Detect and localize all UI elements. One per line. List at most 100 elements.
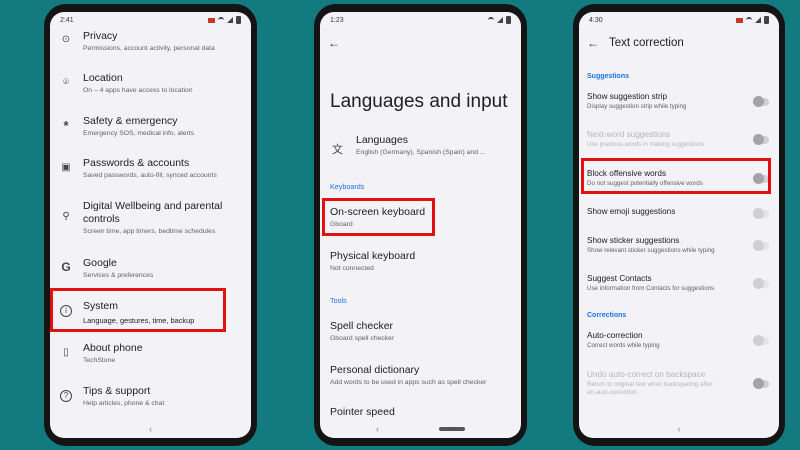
spell-checker-item[interactable]: Spell checker Gboard spell checker — [320, 316, 521, 346]
privacy-icon: ⊙ — [61, 34, 71, 45]
emoji-suggestions-toggle[interactable] — [753, 208, 769, 219]
battery-icon — [764, 16, 769, 24]
person-card-icon: ▣ — [61, 162, 71, 173]
item-subtitle: Emergency SOS, medical info, alerts — [83, 130, 195, 137]
wifi-icon — [746, 17, 752, 23]
settings-screen: 2:41 ⊙ Privacy Permissions, account acti… — [50, 12, 251, 438]
wifi-icon — [218, 17, 224, 23]
item-title: Physical keyboard — [330, 250, 416, 262]
item-subtitle: Use information from Contacts for sugges… — [587, 285, 715, 292]
settings-item-safety[interactable]: * Safety & emergency Emergency SOS, medi… — [50, 113, 251, 143]
item-title: Next-word suggestions — [587, 130, 671, 139]
physical-keyboard-item[interactable]: Physical keyboard Not connected — [320, 246, 521, 276]
wifi-icon — [488, 17, 494, 23]
status-time: 1:23 — [330, 16, 344, 24]
status-bar: 2:41 — [50, 12, 251, 28]
flag-icon — [736, 17, 743, 23]
section-header-tools: Tools — [330, 296, 347, 305]
settings-item-google[interactable]: G Google Services & preferences — [50, 255, 251, 285]
item-title: Location — [83, 72, 123, 84]
back-nav-icon[interactable]: ‹ — [376, 424, 379, 434]
asterisk-icon: * — [63, 118, 69, 133]
status-time: 2:41 — [60, 16, 74, 24]
pointer-speed-item[interactable]: Pointer speed — [320, 402, 521, 422]
item-subtitle: Use previous words in making suggestions — [587, 141, 705, 148]
help-icon: ? — [60, 390, 72, 402]
item-subtitle: Screen time, app timers, bedtime schedul… — [83, 228, 216, 235]
settings-item-passwords[interactable]: ▣ Passwords & accounts Saved passwords, … — [50, 155, 251, 185]
signal-icon — [227, 17, 233, 23]
item-title: Passwords & accounts — [83, 157, 190, 169]
back-arrow-icon[interactable]: ← — [587, 36, 599, 50]
item-title: About phone — [83, 342, 143, 354]
item-title: Pointer speed — [330, 406, 395, 418]
item-title: Tips & support — [83, 385, 151, 397]
highlight-box-block-offensive — [581, 158, 771, 194]
next-word-toggle[interactable] — [753, 134, 769, 145]
section-header-keyboards: Keyboards — [330, 182, 365, 191]
show-sticker-suggestions-item[interactable]: Show sticker suggestions Show relevant s… — [579, 234, 779, 260]
item-title: Undo auto-correct on backspace — [587, 370, 706, 379]
settings-item-wellbeing[interactable]: ⚲ Digital Wellbeing and parental control… — [50, 198, 251, 244]
sticker-suggestions-toggle[interactable] — [753, 240, 769, 251]
signal-icon — [497, 17, 503, 23]
undo-autocorrect-item[interactable]: Undo auto-correct on backspace Return to… — [579, 368, 779, 402]
item-subtitle: Permissions, account activity, personal … — [83, 45, 215, 52]
item-title: Show sticker suggestions — [587, 236, 680, 245]
status-bar: 4:30 — [579, 12, 779, 28]
back-nav-icon[interactable]: ‹ — [149, 424, 152, 434]
show-suggestion-strip-item[interactable]: Show suggestion strip Display suggestion… — [579, 90, 779, 116]
item-subtitle: Return to original text when backspacing… — [587, 381, 713, 388]
personal-dictionary-item[interactable]: Personal dictionary Add words to be used… — [320, 360, 521, 390]
item-title: Personal dictionary — [330, 364, 420, 376]
status-bar: 1:23 — [320, 12, 521, 28]
battery-icon — [236, 16, 241, 24]
item-title: Show suggestion strip — [587, 92, 668, 101]
suggest-contacts-item[interactable]: Suggest Contacts Use information from Co… — [579, 272, 779, 298]
battery-icon — [506, 16, 511, 24]
item-title: Languages — [356, 134, 408, 146]
item-subtitle: Not connected — [330, 265, 374, 272]
text-correction-screen: 4:30 ← Text correction Suggestions Show … — [579, 12, 779, 438]
suggest-contacts-toggle[interactable] — [753, 278, 769, 289]
languages-item[interactable]: Languages English (Germany), Spanish (Sp… — [320, 132, 521, 162]
location-pin-icon: ⌾ — [63, 77, 69, 88]
section-header-corrections: Corrections — [587, 312, 627, 319]
nav-bar: ‹ — [579, 420, 779, 438]
back-arrow-icon[interactable]: ← — [328, 36, 340, 50]
item-title: Show emoji suggestions — [587, 207, 676, 216]
back-nav-icon[interactable]: ‹ — [678, 424, 681, 434]
header-title: Text correction — [609, 37, 684, 49]
auto-correction-toggle[interactable] — [753, 335, 769, 346]
item-title: Safety & emergency — [83, 115, 178, 127]
item-subtitle: Display suggestion strip while typing — [587, 103, 687, 110]
undo-autocorrect-toggle[interactable] — [753, 378, 769, 389]
next-word-suggestions-item[interactable]: Next-word suggestions Use previous words… — [579, 128, 779, 154]
item-subtitle: On – 4 apps have access to location — [83, 87, 193, 94]
suggestion-strip-toggle[interactable] — [753, 96, 769, 107]
nav-bar: ‹ — [50, 420, 251, 438]
item-title: Suggest Contacts — [587, 274, 652, 283]
phone-2: 1:23 ← Languages and input 文 Languages E… — [314, 4, 527, 446]
signal-icon — [755, 17, 761, 23]
home-pill[interactable] — [439, 427, 465, 431]
phone-1: 2:41 ⊙ Privacy Permissions, account acti… — [44, 4, 257, 446]
section-header-suggestions: Suggestions — [587, 73, 630, 80]
settings-item-privacy[interactable]: ⊙ Privacy Permissions, account activity,… — [50, 28, 251, 58]
auto-correction-item[interactable]: Auto-correction Correct words while typi… — [579, 329, 779, 355]
nav-bar: ‹ — [320, 420, 521, 438]
item-subtitle: TechStone — [83, 357, 116, 364]
item-subtitle: Gboard spell checker — [330, 335, 395, 342]
settings-item-location[interactable]: ⌾ Location On – 4 apps have access to lo… — [50, 70, 251, 100]
settings-item-tips[interactable]: ? Tips & support Help articles, phone & … — [50, 383, 251, 413]
status-time: 4:30 — [589, 16, 603, 24]
show-emoji-suggestions-item[interactable]: Show emoji suggestions — [579, 205, 779, 225]
item-subtitle: Correct words while typing — [587, 342, 660, 349]
page-title: Languages and input — [330, 91, 508, 112]
highlight-box-onscreen-keyboard — [322, 198, 435, 236]
phone-icon: ▯ — [63, 347, 69, 358]
flag-icon — [208, 17, 215, 23]
highlight-box-system — [50, 288, 226, 332]
settings-item-about-phone[interactable]: ▯ About phone TechStone — [50, 340, 251, 370]
item-subtitle: English (Germany), Spanish (Spain) and .… — [356, 149, 486, 156]
